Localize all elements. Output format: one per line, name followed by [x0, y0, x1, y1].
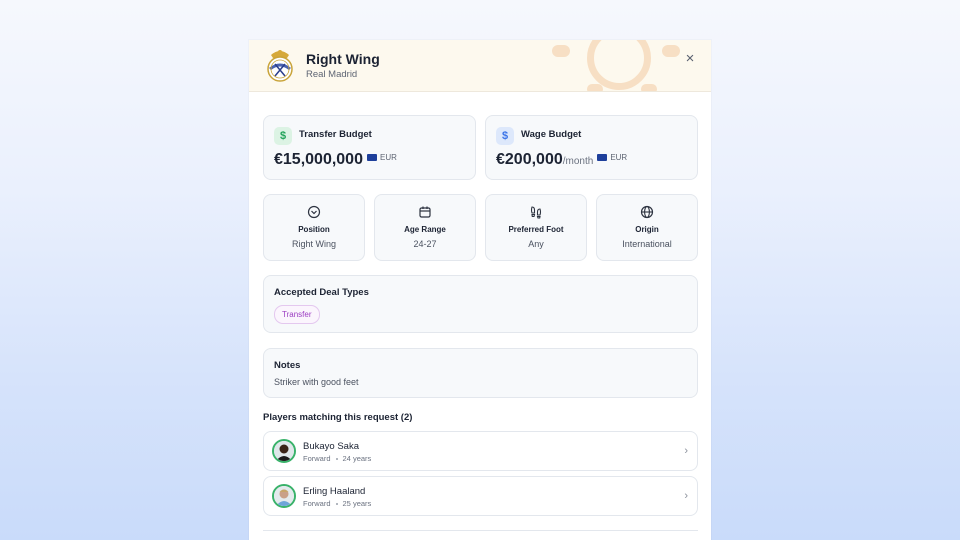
- decorative-sun-ray: [641, 84, 657, 91]
- transfer-budget-card: $ Transfer Budget €15,000,000 EUR: [263, 115, 476, 180]
- player-meta: Forward 24 years: [303, 454, 371, 463]
- chevron-right-icon: ›: [684, 490, 688, 502]
- player-photo: [274, 486, 294, 506]
- eu-flag-icon: [597, 154, 608, 162]
- stat-value: Right Wing: [291, 239, 336, 249]
- player-position: Forward: [303, 499, 331, 508]
- stat-value: Any: [528, 239, 544, 249]
- wage-budget-card: $ Wage Budget €200,000/month EUR: [485, 115, 698, 180]
- transfer-budget-label: Transfer Budget: [299, 129, 372, 140]
- close-icon[interactable]: ×: [683, 51, 697, 66]
- stat-label: Position: [298, 225, 330, 234]
- player-row[interactable]: Bukayo Saka Forward 24 years ›: [263, 431, 698, 471]
- deal-types-card: Accepted Deal Types Transfer: [263, 275, 698, 333]
- avatar: [272, 484, 296, 508]
- player-row[interactable]: Erling Haaland Forward 25 years ›: [263, 476, 698, 516]
- stat-value: 24-27: [413, 239, 437, 249]
- notes-title: Notes: [274, 360, 301, 371]
- deal-types-title: Accepted Deal Types: [274, 287, 369, 298]
- club-crest-logo: [267, 50, 293, 82]
- stat-label: Age Range: [404, 225, 446, 234]
- divider: [263, 530, 698, 531]
- avatar: [272, 439, 296, 463]
- player-name: Erling Haaland: [303, 486, 366, 497]
- decorative-sun-ray: [662, 45, 680, 57]
- decorative-sun-ray: [552, 45, 570, 57]
- decorative-sun-ray: [587, 84, 603, 91]
- footprints-icon: [530, 206, 542, 219]
- chevron-right-icon: ›: [684, 445, 688, 457]
- notes-card: Notes Striker with good feet: [263, 348, 698, 398]
- player-age: 24 years: [342, 454, 372, 463]
- globe-icon: [640, 205, 654, 219]
- panel-header: Right Wing Real Madrid ×: [249, 40, 711, 92]
- decorative-sun-ring: [587, 40, 651, 90]
- transfer-budget-value: €15,000,000: [274, 151, 363, 168]
- stat-label: Preferred Foot: [508, 225, 564, 234]
- page-title: Right Wing: [306, 51, 380, 67]
- calendar-icon: [419, 206, 431, 218]
- transfer-currency: EUR: [379, 153, 397, 163]
- separator-dot: [335, 458, 338, 461]
- wage-budget-amount: €200,000/month EUR: [496, 151, 627, 169]
- wage-period: /month: [562, 156, 594, 167]
- player-name: Bukayo Saka: [303, 441, 359, 452]
- position-chevron-icon: [307, 205, 321, 219]
- matches-title: Players matching this request (2): [263, 412, 413, 423]
- stat-label: Origin: [635, 225, 659, 234]
- dollar-icon: $: [496, 127, 514, 145]
- request-detail-panel: Right Wing Real Madrid × $ Transfer Budg…: [249, 40, 711, 540]
- player-age: 25 years: [342, 499, 372, 508]
- player-position: Forward: [303, 454, 331, 463]
- club-name: Real Madrid: [306, 69, 358, 80]
- wage-currency: EUR: [610, 153, 628, 163]
- wage-budget-label: Wage Budget: [521, 129, 582, 140]
- player-photo: [274, 441, 294, 461]
- stat-value: International: [622, 239, 672, 249]
- stat-card-position: Position Right Wing: [263, 194, 365, 261]
- wage-budget-value: €200,000: [496, 151, 563, 168]
- separator-dot: [335, 503, 338, 506]
- transfer-budget-amount: €15,000,000 EUR: [274, 151, 397, 169]
- player-meta: Forward 25 years: [303, 499, 371, 508]
- stat-card-age-range: Age Range 24-27: [374, 194, 476, 261]
- deal-type-chip: Transfer: [274, 305, 320, 324]
- dollar-icon: $: [274, 127, 292, 145]
- notes-text: Striker with good feet: [274, 377, 359, 387]
- stat-card-preferred-foot: Preferred Foot Any: [485, 194, 587, 261]
- eu-flag-icon: [366, 154, 377, 162]
- stat-card-origin: Origin International: [596, 194, 698, 261]
